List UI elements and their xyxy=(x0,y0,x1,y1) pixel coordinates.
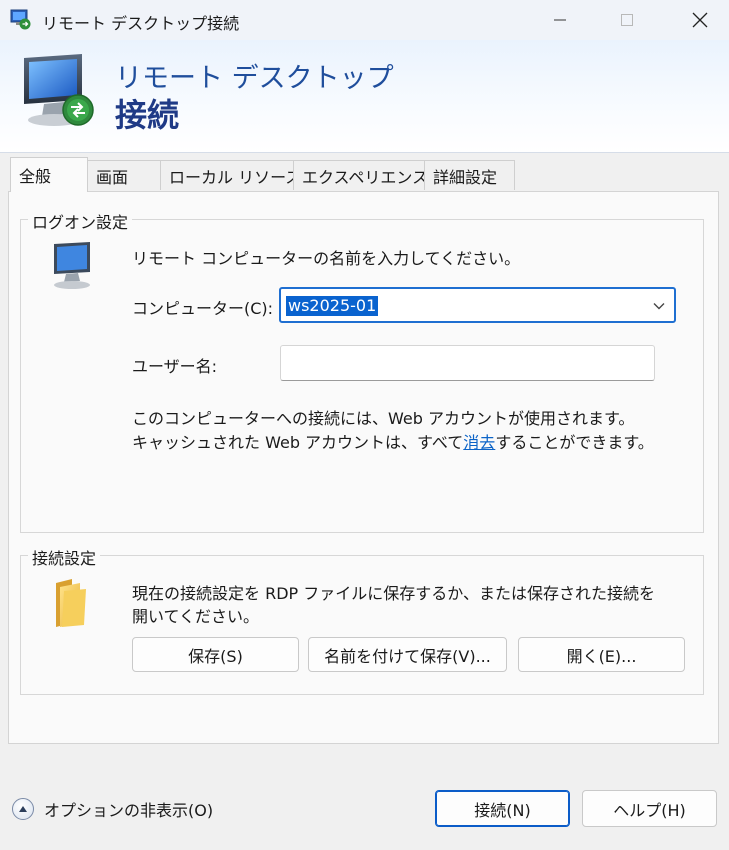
username-label: ユーザー名: xyxy=(132,357,218,376)
computer-icon xyxy=(54,242,90,289)
info-text-after: することができます。 xyxy=(495,433,654,452)
hide-options-toggle[interactable]: オプションの非表示(O) xyxy=(12,797,213,821)
close-button[interactable] xyxy=(676,0,724,40)
tab-display[interactable]: 画面 xyxy=(87,160,161,190)
connection-description-line1: 現在の接続設定を RDP ファイルに保存するか、または保存された接続を xyxy=(132,584,655,603)
maximize-button xyxy=(603,0,651,40)
web-account-info-line1: このコンピューターへの接続には、Web アカウントが使用されます。 xyxy=(132,409,635,428)
banner-title-line2: 接続 xyxy=(115,96,180,134)
header-banner: リモート デスクトップ 接続 xyxy=(0,40,729,153)
tab-experience[interactable]: エクスペリエンス xyxy=(293,160,428,190)
web-account-info-line2: キャッシュされた Web アカウントは、すべて消去することができます。 xyxy=(132,429,654,453)
clear-link[interactable]: 消去 xyxy=(463,433,495,452)
info-text-before: キャッシュされた Web アカウントは、すべて xyxy=(132,433,464,452)
window-title: リモート デスクトップ接続 xyxy=(42,14,240,33)
minimize-button[interactable] xyxy=(536,0,584,40)
minimize-icon xyxy=(554,19,566,21)
computer-label: コンピューター(C): xyxy=(132,299,274,318)
remote-desktop-logo-icon xyxy=(24,54,94,126)
logon-settings-label: ログオン設定 xyxy=(28,209,133,233)
connection-settings-group xyxy=(20,555,704,695)
connection-settings-label: 接続設定 xyxy=(28,545,101,569)
hide-options-label: オプションの非表示(O) xyxy=(44,801,214,820)
close-icon xyxy=(692,12,708,28)
connection-description-line2: 開いてください。 xyxy=(132,607,260,626)
connect-button[interactable]: 接続(N) xyxy=(435,790,570,827)
computer-combobox[interactable]: ws2025-01 xyxy=(279,287,676,323)
tab-general[interactable]: 全般 xyxy=(10,157,88,192)
chevron-down-icon[interactable] xyxy=(652,299,666,313)
tab-local-resources[interactable]: ローカル リソース xyxy=(160,160,301,190)
tab-advanced[interactable]: 詳細設定 xyxy=(424,160,515,190)
title-bar: リモート デスクトップ接続 xyxy=(0,0,729,40)
save-as-button[interactable]: 名前を付けて保存(V)... xyxy=(308,637,507,672)
logon-instruction: リモート コンピューターの名前を入力してください。 xyxy=(132,249,521,268)
open-button[interactable]: 開く(E)... xyxy=(518,637,685,672)
chevron-up-icon xyxy=(12,798,34,820)
remote-desktop-app-icon xyxy=(10,9,31,30)
maximize-icon xyxy=(621,14,633,26)
computer-value: ws2025-01 xyxy=(286,296,379,316)
folder-icon xyxy=(56,579,86,627)
username-input[interactable] xyxy=(280,345,655,381)
save-button[interactable]: 保存(S) xyxy=(132,637,299,672)
help-button[interactable]: ヘルプ(H) xyxy=(582,790,717,827)
